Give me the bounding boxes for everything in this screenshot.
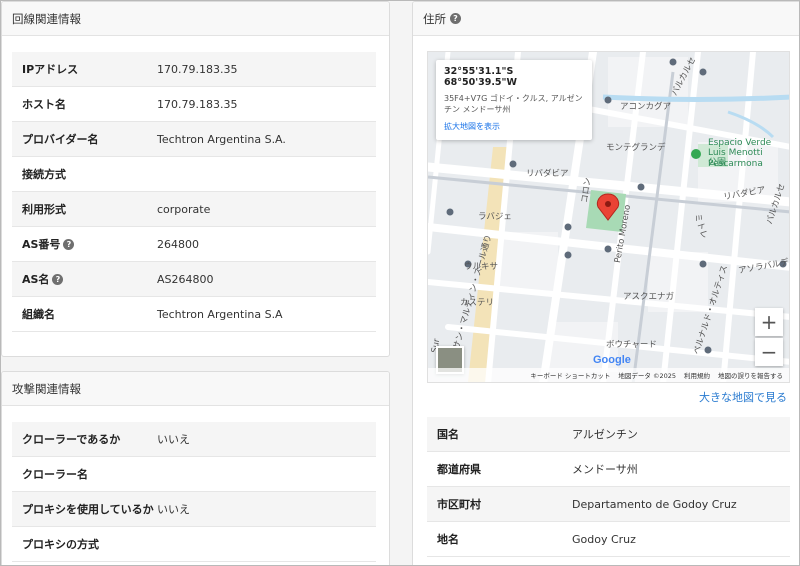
row-value: Techtron Argentina S.A xyxy=(157,307,283,321)
google-logo-text: Google xyxy=(593,354,631,366)
row-label-text: 接続方式 xyxy=(22,168,66,181)
row-label-text: プロバイダー名 xyxy=(22,133,99,146)
row-value: AS264800 xyxy=(157,272,214,286)
table-row: プロキシを使用しているか いいえ xyxy=(12,492,376,527)
table-row: 組織名 Techtron Argentina S.A xyxy=(12,297,376,332)
row-label-text: 地名 xyxy=(437,533,459,546)
row-label: AS名? xyxy=(12,271,157,287)
map-footer-data: 地図データ ©2025 xyxy=(618,372,676,380)
line-info-title: 回線関連情報 xyxy=(12,11,81,26)
help-icon[interactable]: ? xyxy=(450,13,461,24)
enlarge-map-link[interactable]: 拡大地図を表示 xyxy=(444,121,584,132)
map-coordinates: 32°55'31.1"S 68°50'39.5"W xyxy=(444,66,517,88)
row-value: いいえ xyxy=(157,433,190,446)
row-value: メンドーサ州 xyxy=(572,463,638,476)
row-label-text: IPアドレス xyxy=(22,63,79,76)
map-footer: キーボード ショートカット 地図データ ©2025 利用規約 地図の誤りを報告す… xyxy=(428,368,789,382)
row-value: アルゼンチン xyxy=(572,428,638,441)
row-value: いいえ xyxy=(157,503,190,516)
map-footer-terms[interactable]: 利用規約 xyxy=(684,370,710,380)
line-info-header: 回線関連情報 xyxy=(2,2,389,36)
table-row: クローラー名 xyxy=(12,457,376,492)
map-info-box: 32°55'31.1"S 68°50'39.5"W 35F4+V7G ゴドイ・ク… xyxy=(436,60,592,140)
row-label: 国名 xyxy=(427,426,572,442)
address-table: 国名 アルゼンチン都道府県 メンドーサ州市区町村 Departamento de Go… xyxy=(427,417,790,557)
row-label: 市区町村 xyxy=(427,496,572,512)
table-row: プロキシの方式 xyxy=(12,527,376,562)
map-label-lavalle: ラバジェ xyxy=(478,212,512,222)
table-row: 市区町村 Departamento de Godoy Cruz xyxy=(427,487,790,522)
row-label-text: 国名 xyxy=(437,428,459,441)
row-label-text: 市区町村 xyxy=(437,498,481,511)
row-label: プロキシの方式 xyxy=(12,536,157,552)
map-label-park: 公園 xyxy=(708,158,727,168)
table-row: IPアドレス 170.79.183.35 xyxy=(12,52,376,87)
map-widget[interactable]: アコンカグア バルカルセ モンテグランデ リバダビア リバダビア Espacio… xyxy=(427,51,790,383)
row-value: 170.79.183.35 xyxy=(157,97,238,111)
row-label-text: 利用形式 xyxy=(22,203,66,216)
row-label: 利用形式 xyxy=(12,201,157,217)
map-label-acongagua: アコンカグア xyxy=(620,102,672,112)
table-row: AS番号? 264800 xyxy=(12,227,376,262)
row-label-text: AS番号 xyxy=(22,238,61,251)
map-plus-code: 35F4+V7G ゴドイ・クルス, アルゼンチン メンドーサ州 xyxy=(444,94,583,115)
row-value: Techtron Argentina S.A. xyxy=(157,132,286,146)
row-label: ホスト名 xyxy=(12,96,157,112)
row-label: プロバイダー名 xyxy=(12,131,157,147)
table-row: ホスト名 170.79.183.35 xyxy=(12,87,376,122)
line-info-table: IPアドレス 170.79.183.35 ホスト名 170.79.183.35 プロバイ… xyxy=(12,52,376,332)
attack-info-table: クローラーであるか いいえ クローラー名 プロキシを使用しているか いいえ プロキシの方式 xyxy=(12,422,376,562)
row-label-text: 組織名 xyxy=(22,308,55,321)
help-icon[interactable]: ? xyxy=(52,273,64,285)
row-label: 地名 xyxy=(427,531,572,547)
row-label: AS番号? xyxy=(12,236,157,252)
help-icon[interactable]: ? xyxy=(63,238,75,250)
big-map-link[interactable]: 大きな地図で見る xyxy=(699,389,787,405)
row-value: Godoy Cruz xyxy=(572,532,636,546)
table-row: 地名 Godoy Cruz xyxy=(427,522,790,557)
row-label-text: ホスト名 xyxy=(22,98,66,111)
table-row: 国名 アルゼンチン xyxy=(427,417,790,452)
map-label-castelli: カステリ xyxy=(460,298,495,308)
zoom-out-button[interactable]: − xyxy=(755,338,783,366)
row-label-text: プロキシの方式 xyxy=(22,538,99,551)
address-title: 住所 xyxy=(423,11,446,26)
row-label-text: クローラー名 xyxy=(22,468,88,481)
row-value: 264800 xyxy=(157,237,199,251)
address-header: 住所 ? xyxy=(413,2,799,36)
zoom-in-button[interactable]: + xyxy=(755,308,783,336)
row-label-text: AS名 xyxy=(22,273,50,286)
table-row: AS名? AS264800 xyxy=(12,262,376,297)
row-value: 170.79.183.35 xyxy=(157,62,238,76)
attack-info-title: 攻撃関連情報 xyxy=(12,381,81,396)
row-label: 組織名 xyxy=(12,306,157,322)
attack-info-card: 攻撃関連情報 クローラーであるか いいえ クローラー名 プロキシを使用しているか いいえ… xyxy=(1,371,390,565)
table-row: 都道府県 メンドーサ州 xyxy=(427,452,790,487)
row-label: クローラー名 xyxy=(12,466,157,482)
map-footer-report[interactable]: 地図の誤りを報告する xyxy=(718,370,783,380)
table-row: プロバイダー名 Techtron Argentina S.A. xyxy=(12,122,376,157)
row-label: 都道府県 xyxy=(427,461,572,477)
line-info-card: 回線関連情報 IPアドレス 170.79.183.35 ホスト名 170.79.183… xyxy=(1,1,390,357)
row-label: IPアドレス xyxy=(12,61,157,77)
attack-info-header: 攻撃関連情報 xyxy=(2,372,389,406)
google-logo: Google xyxy=(593,354,631,366)
row-value: Departamento de Godoy Cruz xyxy=(572,497,737,511)
row-label-text: 都道府県 xyxy=(437,463,481,476)
map-footer-shortcuts[interactable]: キーボード ショートカット xyxy=(530,370,610,380)
map-label-bouchard: ボウチャード xyxy=(606,340,657,350)
row-label: プロキシを使用しているか xyxy=(12,501,157,517)
row-label-text: プロキシを使用しているか xyxy=(22,503,154,516)
table-row: 接続方式 xyxy=(12,157,376,192)
row-label: クローラーであるか xyxy=(12,431,157,447)
map-label-montegrande: モンテグランデ xyxy=(606,143,666,153)
row-value: corporate xyxy=(157,202,211,216)
page-frame: 回線関連情報 IPアドレス 170.79.183.35 ホスト名 170.79.183… xyxy=(0,0,800,566)
map-label-rivadavia1: リバダビア xyxy=(526,169,569,179)
table-row: クローラーであるか いいえ xyxy=(12,422,376,457)
row-label: 接続方式 xyxy=(12,166,157,182)
map-label-askuenaga: アスクエナガ xyxy=(623,292,675,302)
table-row: 利用形式 corporate xyxy=(12,192,376,227)
row-label-text: クローラーであるか xyxy=(22,433,121,446)
